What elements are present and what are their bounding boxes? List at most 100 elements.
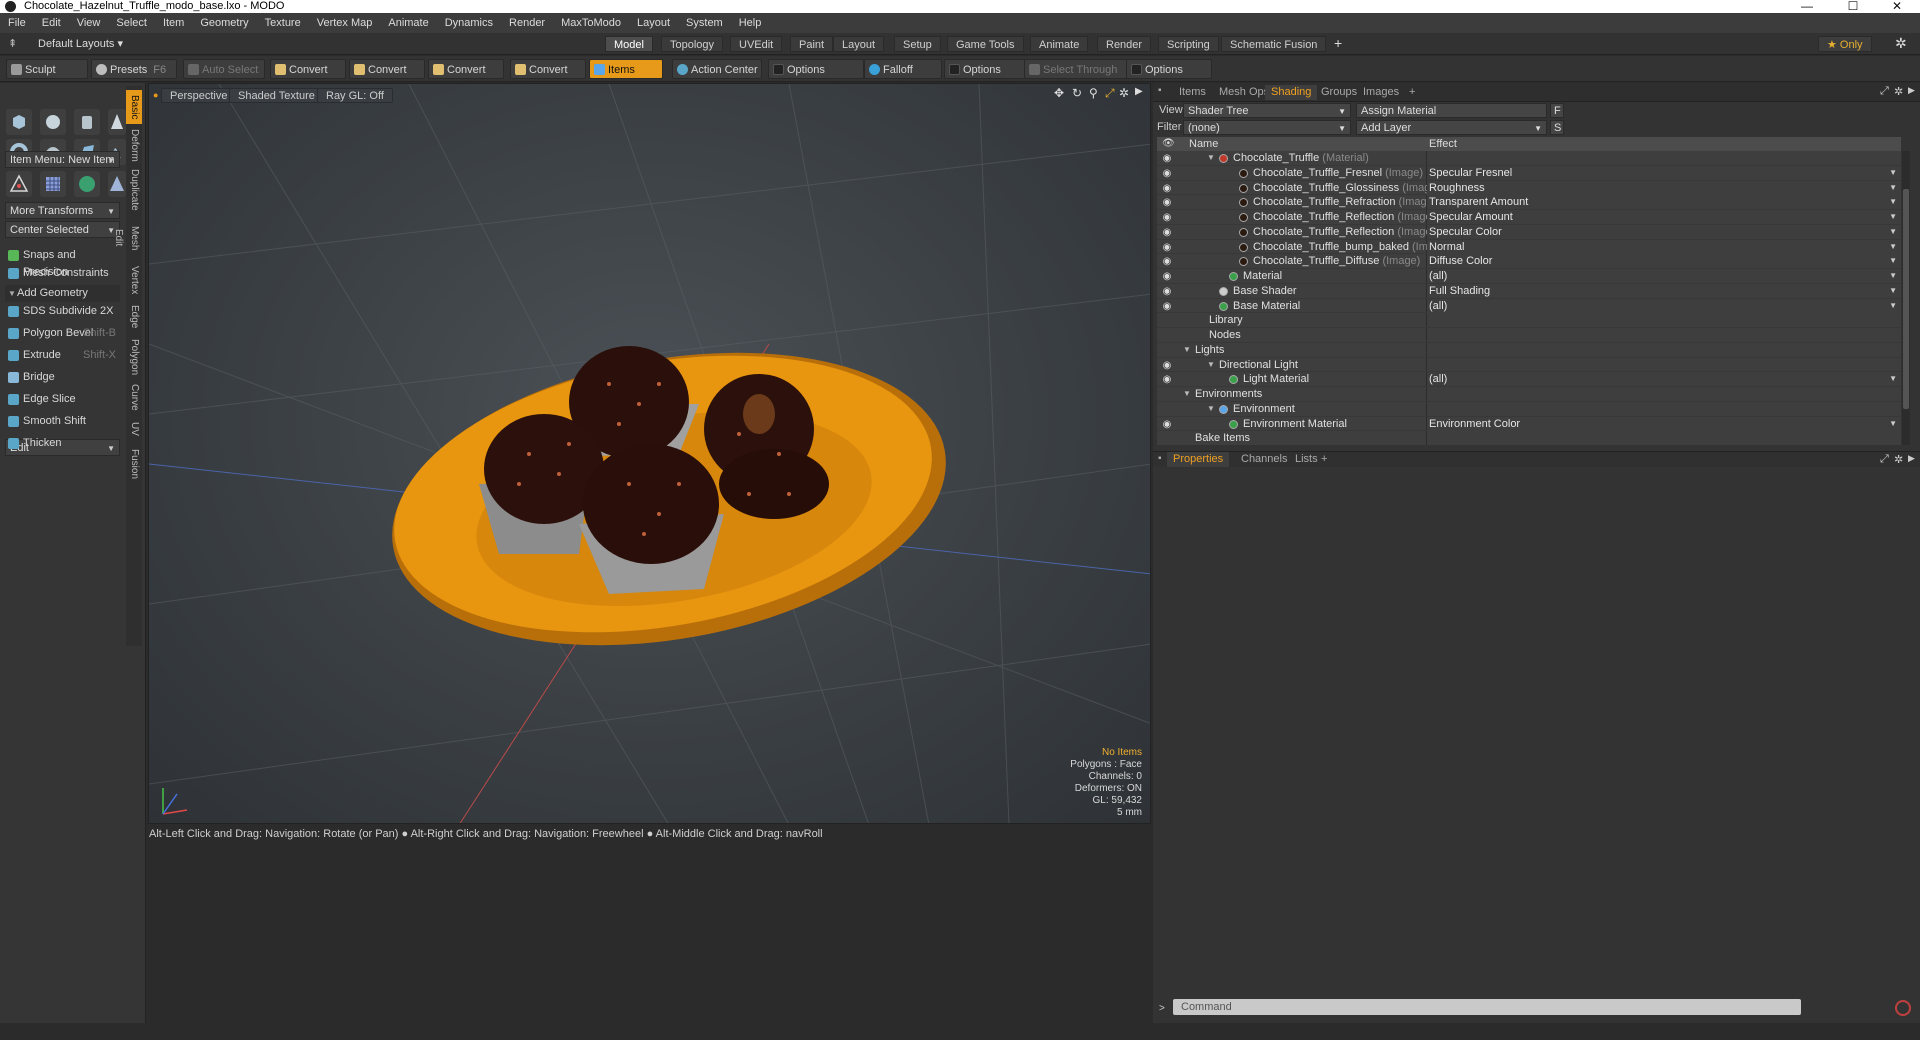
panel-maximize-icon[interactable]: ⤢: [1880, 85, 1889, 98]
vertical-tab-edge[interactable]: Edge: [126, 301, 142, 333]
tool-edge-slice[interactable]: Edge Slice: [5, 391, 120, 408]
gear-icon[interactable]: ✲: [1895, 35, 1907, 52]
visibility-eye-icon[interactable]: ◉: [1160, 285, 1174, 297]
menu-item-select[interactable]: Select: [108, 13, 155, 33]
shader-tree-row[interactable]: ◉ Material (all) ▼: [1157, 269, 1901, 284]
falloff-options-button[interactable]: Options: [944, 59, 1026, 79]
convert-vertices-button[interactable]: Convert: [270, 59, 346, 79]
record-icon[interactable]: [1895, 1000, 1911, 1016]
transform-tool-icon[interactable]: [6, 171, 32, 197]
shader-tree-row[interactable]: ▼ Environments: [1157, 387, 1901, 402]
fit-icon[interactable]: ⤢: [1105, 86, 1115, 101]
menu-item-animate[interactable]: Animate: [380, 13, 436, 33]
shader-tree-row[interactable]: Library: [1157, 313, 1901, 328]
menu-item-system[interactable]: System: [678, 13, 731, 33]
layout-toggle-icon[interactable]: ⇞: [8, 37, 17, 50]
panel-gear-icon[interactable]: ✲: [1894, 453, 1903, 466]
right-tab-images[interactable]: Images: [1357, 85, 1405, 100]
panel-menu-icon[interactable]: ▪: [1158, 85, 1162, 96]
visibility-eye-icon[interactable]: ◉: [1160, 270, 1174, 282]
shader-tree-row[interactable]: Nodes: [1157, 328, 1901, 343]
panel-expand-icon[interactable]: ▶: [1908, 453, 1915, 464]
vertical-tab-duplicate[interactable]: Duplicate: [126, 166, 142, 214]
tool-extrude[interactable]: Extrude Shift-X: [5, 347, 120, 364]
tool-smooth-shift[interactable]: Smooth Shift: [5, 413, 120, 430]
tool-thicken[interactable]: Thicken: [5, 435, 120, 452]
shading-mode-button[interactable]: Shaded Texture: [229, 88, 324, 103]
shader-tree-row[interactable]: ◉ Chocolate_Truffle_Reflection (Image) Spe…: [1157, 224, 1901, 240]
filter-dropdown[interactable]: (none) ▼: [1183, 120, 1351, 135]
vertical-tab-mesh-edit[interactable]: Mesh Edit: [113, 216, 142, 260]
right-tab-items[interactable]: Items: [1173, 85, 1212, 100]
zoom-icon[interactable]: ⚲: [1089, 86, 1098, 100]
shader-tree-row[interactable]: ◉Chocolate_Truffle_bump_baked (Image)Nor…: [1157, 239, 1901, 255]
shader-tree-row[interactable]: ◉ Chocolate_Truffle_Glossiness (Image) Rou…: [1157, 180, 1901, 196]
visibility-eye-icon[interactable]: ◉: [1160, 152, 1174, 164]
layout-tab-uvedit[interactable]: UVEdit: [730, 36, 783, 52]
panel-expand-icon[interactable]: ▶: [1908, 85, 1915, 96]
shader-tree[interactable]: ◉ ▼ Chocolate_Truffle (Material) ◉ Chocolate…: [1157, 151, 1901, 445]
vertical-tab-basic[interactable]: Basic: [126, 90, 142, 124]
3d-viewport[interactable]: ● Perspective Shaded Texture Ray GL: Off…: [148, 83, 1151, 824]
sphere-tool-icon[interactable]: [74, 171, 100, 197]
add-layer-dropdown[interactable]: Add Layer ▼: [1356, 120, 1547, 135]
falloff-button[interactable]: Falloff: [864, 59, 942, 79]
layout-tab-render[interactable]: Render: [1097, 36, 1152, 52]
visibility-eye-icon[interactable]: ◉: [1160, 300, 1174, 312]
menu-item-texture[interactable]: Texture: [257, 13, 309, 33]
menu-item-geometry[interactable]: Geometry: [192, 13, 256, 33]
menu-item-item[interactable]: Item: [155, 13, 192, 33]
panel-menu-icon[interactable]: ▪: [1158, 453, 1162, 464]
menu-item-edit[interactable]: Edit: [34, 13, 69, 33]
sphere-primitive-icon[interactable]: [40, 109, 66, 135]
convert-items-button[interactable]: Convert: [510, 59, 586, 79]
add-tab-button[interactable]: +: [1315, 452, 1333, 467]
viewport-expand-icon[interactable]: ▶: [1135, 86, 1143, 97]
f-button[interactable]: F: [1550, 103, 1564, 118]
menu-item-render[interactable]: Render: [501, 13, 553, 33]
menu-item-layout[interactable]: Layout: [629, 13, 678, 33]
layout-tab-scripting[interactable]: Scripting: [1158, 36, 1219, 52]
shader-tree-row[interactable]: ◉ Chocolate_Truffle_Fresnel (Image) Specul…: [1157, 165, 1901, 181]
expand-arrow-icon[interactable]: ▼: [1183, 343, 1191, 358]
shader-tree-row[interactable]: ◉ Base Material (all) ▼: [1157, 298, 1901, 314]
menu-item-view[interactable]: View: [69, 13, 109, 33]
vertical-tab-polygon[interactable]: Polygon: [126, 336, 142, 378]
vertical-tab-vertex[interactable]: Vertex: [126, 261, 142, 299]
layout-tab-topology[interactable]: Topology: [661, 36, 724, 52]
effect-dropdown[interactable]: Normal ▼: [1427, 239, 1901, 254]
tree-scrollbar-thumb[interactable]: [1903, 189, 1909, 409]
viewport-canvas[interactable]: [149, 84, 1151, 824]
more-transforms-dropdown[interactable]: More Transforms ▼: [5, 202, 120, 219]
effect-dropdown[interactable]: (all) ▼: [1427, 372, 1901, 387]
vertical-tab-uv[interactable]: UV: [126, 416, 142, 442]
menu-item-maxtomodo[interactable]: MaxToModo: [553, 13, 629, 33]
items-mode-button[interactable]: Items: [589, 59, 663, 79]
default-layouts-menu[interactable]: Default Layouts ▾: [38, 36, 123, 52]
visibility-eye-icon[interactable]: ◉: [1160, 182, 1174, 194]
effect-dropdown[interactable]: Specular Amount ▼: [1427, 210, 1901, 224]
add-tab-button[interactable]: +: [1403, 85, 1421, 100]
visibility-eye-icon[interactable]: ◉: [1160, 241, 1174, 253]
convert-polygons-button[interactable]: Convert: [428, 59, 504, 79]
expand-arrow-icon[interactable]: ▼: [1183, 387, 1191, 402]
menu-item-dynamics[interactable]: Dynamics: [437, 13, 501, 33]
close-button[interactable]: ✕: [1874, 0, 1920, 13]
props-tab-channels[interactable]: Channels: [1235, 452, 1293, 467]
convert-edges-button[interactable]: Convert: [349, 59, 425, 79]
menu-item-vertex-map[interactable]: Vertex Map: [309, 13, 381, 33]
tool-sds-subdivide-2x[interactable]: SDS Subdivide 2X: [5, 303, 120, 320]
menu-item-help[interactable]: Help: [731, 13, 770, 33]
expand-arrow-icon[interactable]: ▼: [1207, 402, 1215, 417]
layout-tab-setup[interactable]: Setup: [894, 36, 941, 52]
cone-primitive-icon[interactable]: [108, 109, 126, 135]
assign-material-field[interactable]: Assign Material: [1356, 103, 1547, 118]
presets-button[interactable]: Presets F6: [91, 59, 177, 79]
select-through-button[interactable]: Select Through: [1024, 59, 1128, 79]
panel-gear-icon[interactable]: ✲: [1894, 85, 1903, 98]
center-selected-dropdown[interactable]: Center Selected ▼: [5, 221, 120, 238]
grid-tool-icon[interactable]: [40, 171, 66, 197]
effect-column-header[interactable]: Effect: [1429, 137, 1457, 151]
action-center-options-button[interactable]: Options: [768, 59, 864, 79]
menu-item-file[interactable]: File: [0, 13, 34, 33]
